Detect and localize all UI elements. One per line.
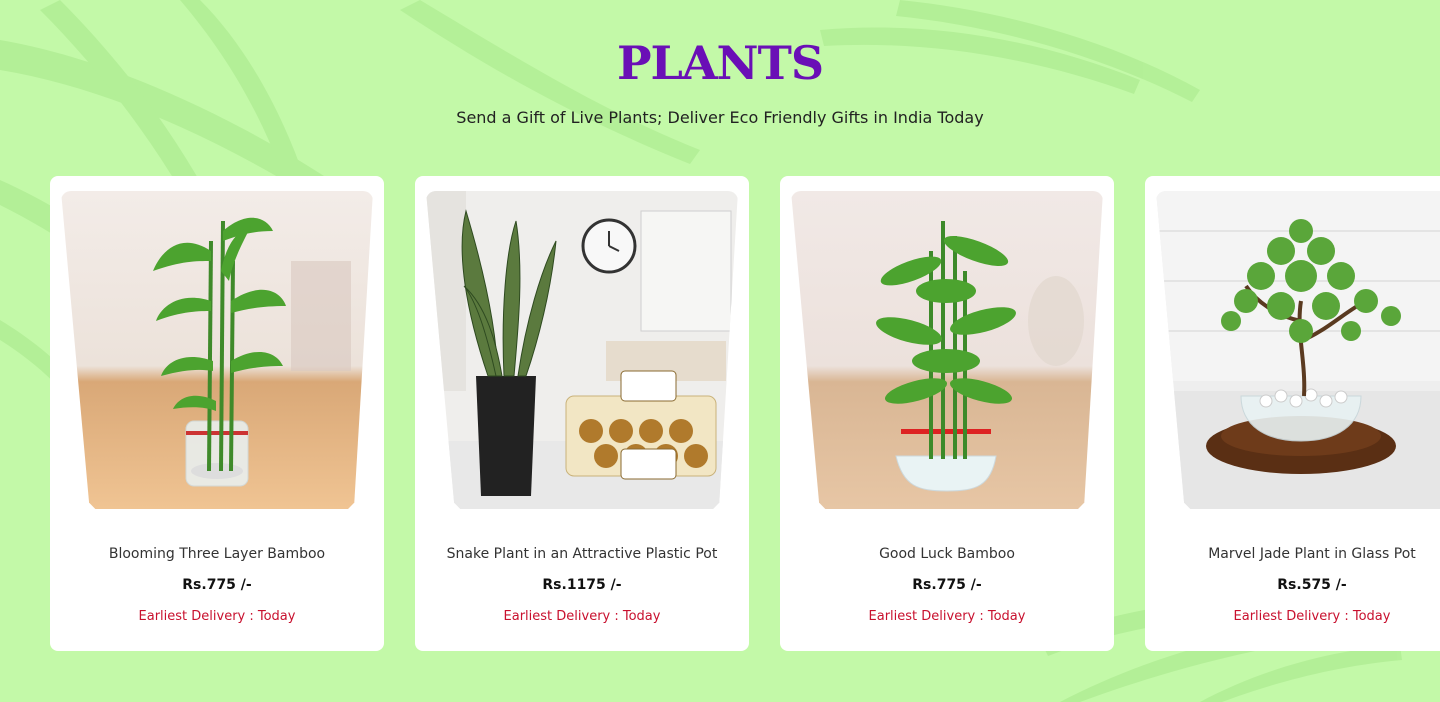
product-price: Rs.1175 /-	[542, 577, 622, 593]
jade-plant-image[interactable]	[1156, 191, 1440, 509]
bamboo-in-glass-image[interactable]	[61, 191, 373, 509]
section-subtitle: Send a Gift of Live Plants; Deliver Eco …	[456, 108, 984, 127]
product-card[interactable]: Blooming Three Layer Bamboo Rs.775 /- Ea…	[50, 176, 384, 651]
product-price: Rs.775 /-	[182, 577, 252, 593]
product-name[interactable]: Good Luck Bamboo	[780, 546, 1114, 562]
delivery-info: Earliest Delivery : Today	[503, 609, 661, 624]
section-title: PLANTS	[616, 36, 824, 90]
product-price: Rs.575 /-	[1277, 577, 1347, 593]
delivery-info: Earliest Delivery : Today	[1233, 609, 1391, 624]
delivery-info: Earliest Delivery : Today	[868, 609, 1026, 624]
product-name[interactable]: Marvel Jade Plant in Glass Pot	[1145, 546, 1440, 562]
product-name[interactable]: Snake Plant in an Attractive Plastic Pot	[415, 546, 749, 562]
snake-plant-with-chocolates-image[interactable]	[426, 191, 738, 509]
bamboo-bowl-image[interactable]	[791, 191, 1103, 509]
product-card[interactable]: Marvel Jade Plant in Glass Pot Rs.575 /-…	[1145, 176, 1440, 651]
product-card[interactable]: Good Luck Bamboo Rs.775 /- Earliest Deli…	[780, 176, 1114, 651]
product-name[interactable]: Blooming Three Layer Bamboo	[50, 546, 384, 562]
product-price: Rs.775 /-	[912, 577, 982, 593]
product-card[interactable]: Snake Plant in an Attractive Plastic Pot…	[415, 176, 749, 651]
delivery-info: Earliest Delivery : Today	[138, 609, 296, 624]
